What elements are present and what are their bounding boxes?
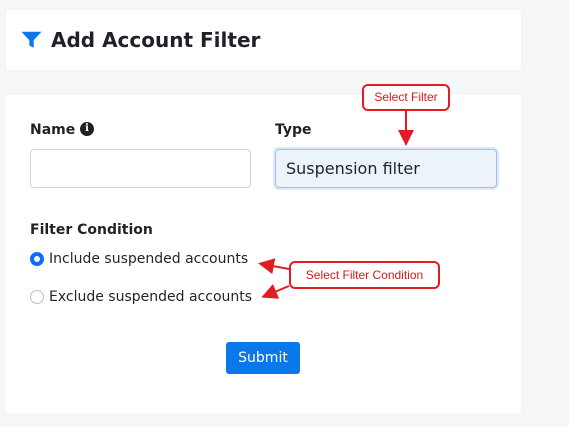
page-title: Add Account Filter <box>51 28 261 52</box>
type-value: Suspension filter <box>286 159 420 178</box>
type-label: Type <box>275 122 312 138</box>
filter-icon <box>21 31 42 48</box>
radio-exclude-suspended[interactable] <box>30 290 44 304</box>
info-icon[interactable]: i <box>80 122 94 136</box>
select-filter-callout: Select Filter <box>362 84 450 111</box>
name-input[interactable] <box>30 149 251 188</box>
exclude-suspended-option[interactable]: Exclude suspended accounts <box>30 289 252 305</box>
include-suspended-option[interactable]: Include suspended accounts <box>30 251 248 267</box>
type-select[interactable]: Suspension filter <box>275 149 497 188</box>
name-label: Name <box>30 122 76 138</box>
select-filter-condition-callout: Select Filter Condition <box>289 261 440 289</box>
filter-condition-label: Filter Condition <box>30 222 153 238</box>
include-suspended-label: Include suspended accounts <box>49 251 249 267</box>
submit-button[interactable]: Submit <box>226 342 300 374</box>
exclude-suspended-label: Exclude suspended accounts <box>49 289 253 305</box>
radio-include-suspended[interactable] <box>30 252 44 266</box>
